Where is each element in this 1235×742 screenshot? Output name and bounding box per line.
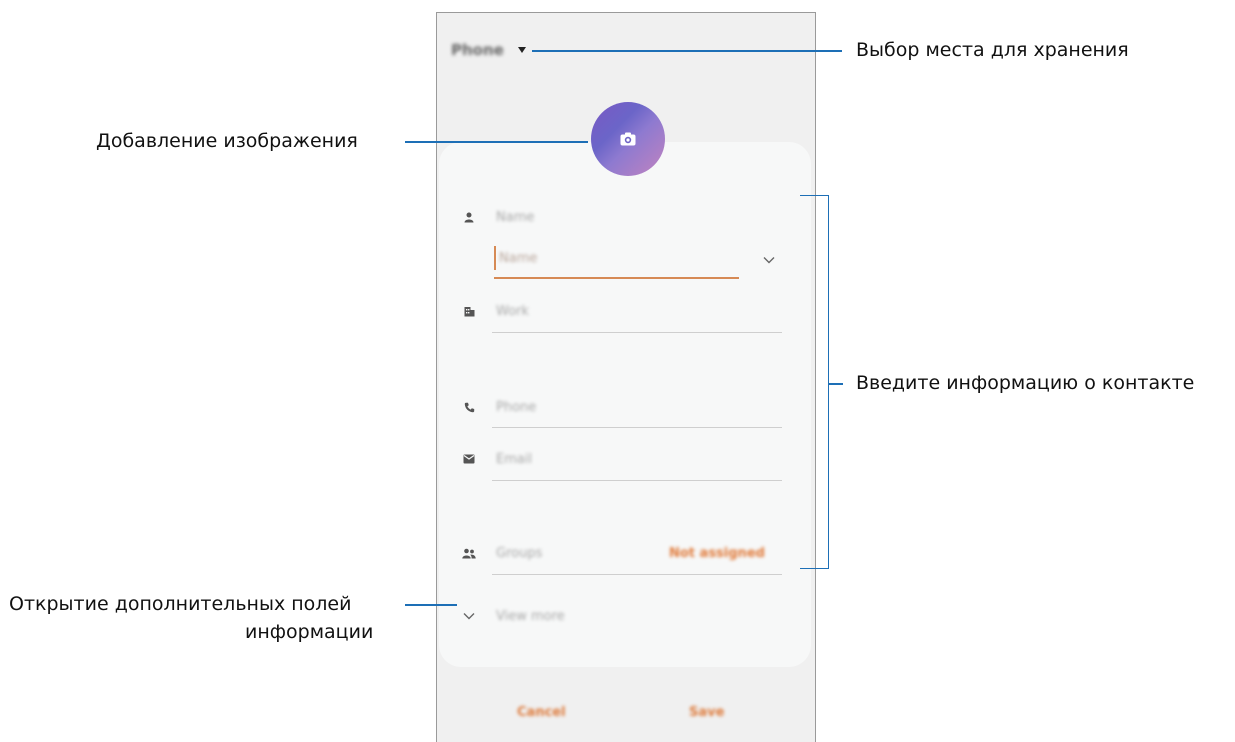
work-underline	[492, 332, 782, 333]
more-fields-callout-line2: информации	[245, 621, 374, 643]
phone-screen: Phone Name Name Work Phone Email Groups …	[436, 12, 816, 742]
chevron-down-icon[interactable]	[458, 605, 480, 627]
chevron-down-icon[interactable]	[758, 249, 780, 271]
storage-label: Phone	[451, 41, 504, 59]
name-section-label: Name	[496, 210, 535, 225]
groups-label[interactable]: Groups	[496, 546, 542, 561]
phone-icon	[458, 396, 480, 418]
phone-input[interactable]: Phone	[496, 400, 536, 415]
cancel-button[interactable]: Cancel	[517, 705, 566, 720]
name-input[interactable]: Name	[499, 251, 537, 266]
email-icon	[458, 448, 480, 470]
info-leader-line	[829, 383, 843, 385]
image-callout: Добавление изображения	[96, 130, 358, 152]
building-icon	[458, 300, 480, 322]
groups-underline	[492, 574, 782, 575]
storage-callout: Выбор места для хранения	[856, 39, 1129, 61]
storage-leader-line	[532, 50, 842, 52]
person-icon	[458, 206, 480, 228]
groups-value[interactable]: Not assigned	[669, 546, 765, 561]
info-callout: Введите информацию о контакте	[856, 372, 1195, 394]
phone-underline	[492, 427, 782, 428]
image-leader-line	[405, 141, 588, 143]
view-more-button[interactable]: View more	[496, 609, 565, 624]
camera-icon	[620, 132, 636, 146]
caret-down-icon	[517, 47, 526, 53]
save-button[interactable]: Save	[689, 705, 724, 720]
work-input[interactable]: Work	[496, 304, 529, 319]
more-fields-leader-line	[405, 604, 457, 606]
email-underline	[492, 480, 782, 481]
contact-form-card: Name Name Work Phone Email Groups Not as…	[439, 102, 811, 667]
more-fields-callout-line1: Открытие дополнительных полей	[9, 593, 352, 615]
email-input[interactable]: Email	[496, 452, 532, 467]
groups-icon	[458, 542, 480, 564]
info-bracket	[800, 195, 829, 569]
text-cursor	[494, 246, 496, 270]
name-input-underline	[494, 277, 739, 279]
add-photo-button[interactable]	[591, 102, 665, 176]
storage-selector[interactable]: Phone	[451, 41, 526, 59]
